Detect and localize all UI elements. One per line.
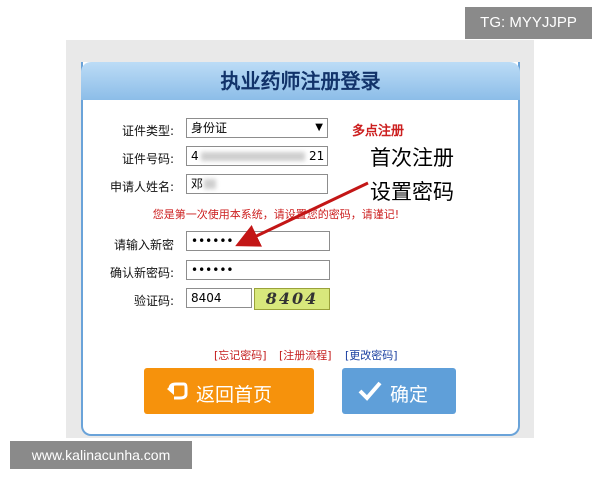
first-register-annotation: 首次注册 <box>370 146 454 170</box>
panel-title: 执业药师注册登录 <box>220 69 381 93</box>
checkmark-icon <box>358 381 382 401</box>
captcha-input[interactable]: 8404 <box>186 288 252 308</box>
new-password-input[interactable]: •••••• <box>186 231 330 251</box>
cert-number-prefix: 4 <box>191 149 199 163</box>
applicant-name-value: 邓 <box>191 177 204 191</box>
applicant-name-input[interactable]: 邓 <box>186 174 328 194</box>
cert-number-input[interactable]: 4 21 <box>186 146 328 166</box>
watermark-top: TG: MYYJJPP <box>465 7 592 39</box>
redaction-blur <box>201 152 305 161</box>
change-password-link[interactable]: [更改密码] <box>345 347 398 363</box>
confirm-button[interactable]: 确定 <box>342 368 456 414</box>
cert-number-suffix: 21 <box>309 149 325 163</box>
captcha-label: 验证码: <box>133 294 174 308</box>
new-password-value: •••••• <box>191 234 234 248</box>
new-password-label: 请输入新密 <box>113 238 174 252</box>
redaction-blur <box>204 179 216 189</box>
first-login-hint: 您是第一次使用本系统，请设置您的密码，请谨记! <box>152 208 400 221</box>
captcha-image[interactable]: 8404 <box>254 288 330 310</box>
cert-type-value: 身份证 <box>191 121 228 135</box>
multi-register-annotation: 多点注册 <box>352 124 405 139</box>
forgot-password-link[interactable]: [忘记密码] <box>214 347 267 363</box>
confirm-password-input[interactable]: •••••• <box>186 260 330 280</box>
captcha-input-value: 8404 <box>191 291 222 305</box>
set-password-annotation: 设置密码 <box>370 180 454 204</box>
return-arrow-icon <box>167 382 188 400</box>
confirm-password-label: 确认新密码: <box>109 266 174 280</box>
back-home-label: 返回首页 <box>196 384 273 406</box>
back-home-button[interactable]: 返回首页 <box>144 368 314 414</box>
cert-type-select[interactable]: 身份证 ▼ <box>186 118 328 138</box>
applicant-name-label: 申请人姓名: <box>109 180 174 194</box>
confirm-label: 确定 <box>390 384 429 406</box>
dropdown-arrow-icon: ▼ <box>315 122 323 133</box>
cert-number-label: 证件号码: <box>121 152 174 166</box>
register-flow-link[interactable]: [注册流程] <box>279 347 332 363</box>
watermark-bottom: www.kalinacunha.com <box>10 441 192 469</box>
cert-type-label: 证件类型: <box>121 124 174 138</box>
confirm-password-value: •••••• <box>191 263 234 277</box>
